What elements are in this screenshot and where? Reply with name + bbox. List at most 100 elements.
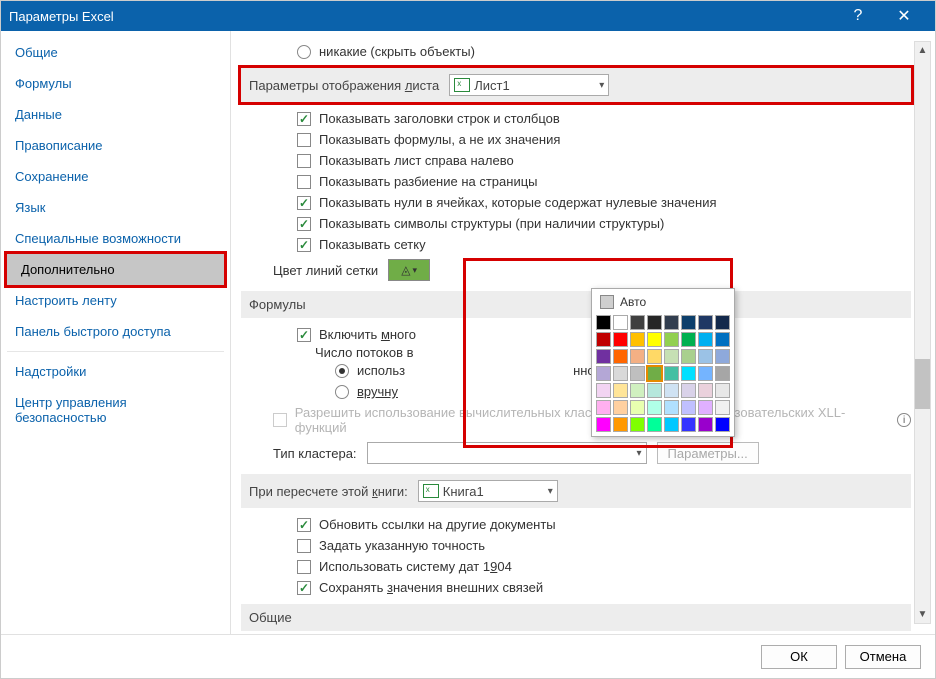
radio-use-all-cores[interactable]: использ нного компьютера: 12	[241, 360, 911, 381]
color-swatch[interactable]	[596, 366, 611, 381]
color-swatch[interactable]	[698, 332, 713, 347]
vertical-scrollbar[interactable]: ▲ ▼	[914, 41, 931, 624]
sidebar-item-qat[interactable]: Панель быстрого доступа	[1, 316, 230, 347]
scrollbar-thumb[interactable]	[915, 359, 930, 409]
sidebar-item-general[interactable]: Общие	[1, 37, 230, 68]
color-swatch[interactable]	[681, 417, 696, 432]
sheet-check-5[interactable]: Показывать символы структуры (при наличи…	[241, 213, 911, 234]
info-icon[interactable]: i	[897, 413, 911, 427]
color-swatch[interactable]	[698, 400, 713, 415]
recalc-check-0[interactable]: Обновить ссылки на другие документы	[241, 514, 911, 535]
sidebar-item-proofing[interactable]: Правописание	[1, 130, 230, 161]
sheet-selector[interactable]: Лист1 ▾	[449, 74, 609, 96]
help-button[interactable]: ?	[835, 1, 881, 31]
color-swatch[interactable]	[647, 349, 662, 364]
check-label: Задать указанную точность	[319, 538, 485, 553]
scroll-up-icon[interactable]: ▲	[915, 42, 930, 59]
color-swatch[interactable]	[630, 400, 645, 415]
color-swatch[interactable]	[715, 400, 730, 415]
sidebar-item-formulas[interactable]: Формулы	[1, 68, 230, 99]
gridline-color-button[interactable]: ◬ ▾	[388, 259, 430, 281]
color-swatch[interactable]	[715, 417, 730, 432]
recalc-check-1[interactable]: Задать указанную точность	[241, 535, 911, 556]
sidebar-item-advanced[interactable]: Дополнительно	[7, 254, 224, 285]
color-swatch[interactable]	[664, 417, 679, 432]
color-swatch[interactable]	[681, 332, 696, 347]
color-swatch[interactable]	[647, 332, 662, 347]
color-swatch[interactable]	[647, 383, 662, 398]
scroll-down-icon[interactable]: ▼	[915, 606, 930, 623]
color-swatch[interactable]	[664, 400, 679, 415]
color-swatch[interactable]	[698, 383, 713, 398]
sheet-check-6[interactable]: Показывать сетку	[241, 234, 911, 255]
color-swatch[interactable]	[664, 349, 679, 364]
color-swatch[interactable]	[596, 417, 611, 432]
color-swatch[interactable]	[715, 383, 730, 398]
color-swatch[interactable]	[630, 349, 645, 364]
sidebar-item-customize-ribbon[interactable]: Настроить ленту	[1, 285, 230, 316]
workbook-selector[interactable]: Книга1 ▾	[418, 480, 558, 502]
color-swatch[interactable]	[596, 349, 611, 364]
color-swatch[interactable]	[715, 315, 730, 330]
color-swatch[interactable]	[613, 332, 628, 347]
color-swatch[interactable]	[664, 383, 679, 398]
color-swatch[interactable]	[664, 315, 679, 330]
color-swatch[interactable]	[681, 315, 696, 330]
recalc-check-3[interactable]: Сохранять значения внешних связей	[241, 577, 911, 598]
close-button[interactable]: ✕	[881, 1, 927, 31]
color-swatch[interactable]	[681, 349, 696, 364]
sheet-check-0[interactable]: Показывать заголовки строк и столбцов	[241, 108, 911, 129]
color-swatch[interactable]	[630, 417, 645, 432]
color-swatch[interactable]	[698, 417, 713, 432]
color-swatch[interactable]	[715, 366, 730, 381]
color-swatch[interactable]	[681, 366, 696, 381]
color-swatch[interactable]	[630, 366, 645, 381]
color-swatch[interactable]	[647, 315, 662, 330]
color-swatch[interactable]	[613, 383, 628, 398]
color-swatch[interactable]	[613, 349, 628, 364]
radio-hide-objects[interactable]: никакие (скрыть объекты)	[241, 41, 911, 62]
cluster-type-combo[interactable]: ▾	[367, 442, 647, 464]
ok-button[interactable]: ОК	[761, 645, 837, 669]
color-swatch[interactable]	[613, 315, 628, 330]
color-swatch[interactable]	[613, 417, 628, 432]
color-swatch[interactable]	[630, 383, 645, 398]
color-swatch[interactable]	[630, 332, 645, 347]
sheet-check-1[interactable]: Показывать формулы, а не их значения	[241, 129, 911, 150]
color-swatch[interactable]	[664, 332, 679, 347]
color-swatch[interactable]	[647, 417, 662, 432]
section-label: Общие	[249, 610, 292, 625]
sidebar-item-data[interactable]: Данные	[1, 99, 230, 130]
cancel-button[interactable]: Отмена	[845, 645, 921, 669]
color-swatch[interactable]	[715, 349, 730, 364]
sidebar-item-save[interactable]: Сохранение	[1, 161, 230, 192]
sidebar-item-accessibility[interactable]: Специальные возможности	[1, 223, 230, 254]
color-swatch[interactable]	[698, 366, 713, 381]
color-swatch[interactable]	[647, 400, 662, 415]
color-swatch[interactable]	[715, 332, 730, 347]
color-swatch[interactable]	[664, 366, 679, 381]
color-swatch[interactable]	[613, 400, 628, 415]
sheet-check-3[interactable]: Показывать разбиение на страницы	[241, 171, 911, 192]
color-swatch[interactable]	[613, 366, 628, 381]
sidebar-item-language[interactable]: Язык	[1, 192, 230, 223]
color-swatch[interactable]	[681, 400, 696, 415]
radio-manual-threads[interactable]: вручну	[241, 381, 911, 402]
sheet-check-2[interactable]: Показывать лист справа налево	[241, 150, 911, 171]
check-multithread[interactable]: Включить много	[241, 324, 911, 345]
color-swatch[interactable]	[647, 366, 662, 381]
sheet-check-4[interactable]: Показывать нули в ячейках, которые содер…	[241, 192, 911, 213]
color-swatch[interactable]	[698, 349, 713, 364]
sidebar-item-addins[interactable]: Надстройки	[1, 356, 230, 387]
color-swatch[interactable]	[630, 315, 645, 330]
sidebar-item-trust-center[interactable]: Центр управления безопасностью	[1, 387, 230, 433]
color-swatch[interactable]	[698, 315, 713, 330]
chevron-down-icon: ▾	[637, 448, 642, 459]
color-auto-option[interactable]: Авто	[596, 293, 730, 315]
color-swatch[interactable]	[596, 315, 611, 330]
color-swatch[interactable]	[596, 332, 611, 347]
color-swatch[interactable]	[596, 383, 611, 398]
recalc-check-2[interactable]: Использовать систему дат 1904	[241, 556, 911, 577]
color-swatch[interactable]	[596, 400, 611, 415]
color-swatch[interactable]	[681, 383, 696, 398]
